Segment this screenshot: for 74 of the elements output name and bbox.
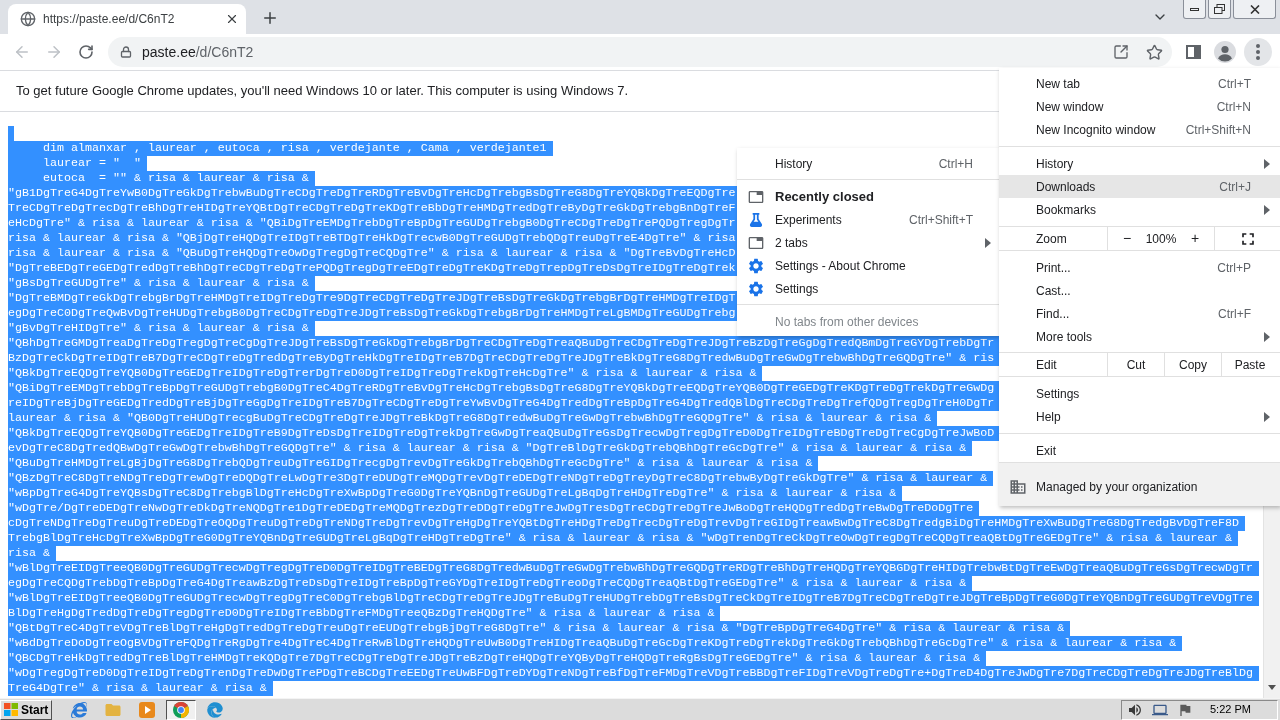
zoom-in-button[interactable]: + bbox=[1186, 228, 1204, 249]
restore-icon bbox=[1214, 4, 1225, 14]
taskbar-app-button[interactable] bbox=[166, 699, 196, 720]
tab-icon bbox=[748, 234, 764, 251]
zoom-level-text: 100% bbox=[1145, 230, 1177, 248]
update-notice-text: To get future Google Chrome updates, you'll need Windows 10 or later. This computer is using Windows 7. bbox=[16, 82, 629, 101]
submenu-arrow-icon bbox=[1264, 204, 1270, 215]
star-icon bbox=[1145, 43, 1163, 61]
menu-item[interactable]: New window Ctrl+N bbox=[999, 95, 1280, 118]
restore-button[interactable] bbox=[1208, 0, 1231, 19]
tab-icon bbox=[748, 188, 764, 205]
browser-icon bbox=[173, 701, 189, 718]
share-icon bbox=[1113, 44, 1129, 60]
submenu-arrow-icon bbox=[1264, 158, 1270, 169]
speaker-icon[interactable] bbox=[1127, 701, 1143, 718]
browser-tab[interactable]: https://paste.ee/d/C6nT2 bbox=[8, 4, 246, 34]
shortcut-text: Ctrl+H bbox=[938, 155, 973, 173]
minimize-button[interactable] bbox=[1183, 0, 1206, 19]
scroll-down-arrow-icon bbox=[1268, 685, 1276, 690]
zoom-out-button[interactable]: − bbox=[1118, 228, 1136, 249]
flask-icon bbox=[749, 212, 763, 227]
submenu-arrow-icon bbox=[1264, 411, 1270, 422]
edit-label: Edit bbox=[1036, 356, 1057, 374]
menu-item[interactable]: History Ctrl+H bbox=[737, 152, 999, 175]
edit-action-button[interactable]: Copy bbox=[1164, 353, 1221, 376]
clock-text[interactable]: 5:22 PM bbox=[1210, 701, 1251, 718]
submenu-arrow-icon bbox=[1264, 331, 1270, 342]
shortcut-text: Ctrl+F bbox=[1218, 305, 1251, 323]
menu-note: No tabs from other devices bbox=[775, 313, 919, 331]
menu-item[interactable]: Bookmarks bbox=[999, 198, 1280, 221]
shortcut-text: Ctrl+N bbox=[1216, 98, 1251, 116]
plus-icon bbox=[261, 9, 279, 27]
menu-item[interactable]: More tools bbox=[999, 325, 1280, 348]
shortcut-text: Ctrl+J bbox=[1219, 178, 1251, 196]
shortcut-text: Ctrl+Shift+N bbox=[1185, 121, 1251, 139]
edit-action-button[interactable]: Paste bbox=[1221, 353, 1278, 376]
browser-icon bbox=[207, 701, 223, 718]
address-bar[interactable]: paste.ee/d/C6nT2 bbox=[108, 37, 1172, 67]
gear-icon bbox=[747, 279, 765, 298]
close-window-button[interactable] bbox=[1233, 0, 1276, 19]
menu-item[interactable]: Settings bbox=[999, 382, 1280, 405]
shortcut-text: Ctrl+T bbox=[1218, 75, 1251, 93]
lock-icon bbox=[120, 46, 132, 58]
shortcut-text: Ctrl+Shift+T bbox=[908, 211, 973, 229]
avatar-silhouette-icon bbox=[1214, 41, 1236, 63]
shortcut-text: Ctrl+P bbox=[1217, 259, 1251, 277]
start-button[interactable]: Start bbox=[0, 699, 52, 720]
minimize-icon bbox=[1190, 7, 1199, 11]
menu-item[interactable]: Downloads Ctrl+J bbox=[999, 175, 1280, 198]
menu-item[interactable]: New Incognito window Ctrl+Shift+N bbox=[999, 118, 1280, 141]
four-squares-flag-icon bbox=[4, 703, 18, 716]
menu-item[interactable]: New tab Ctrl+T bbox=[999, 72, 1280, 95]
menu-item[interactable]: Print... Ctrl+P bbox=[999, 256, 1280, 279]
url-text: paste.ee/d/C6nT2 bbox=[142, 42, 254, 62]
menu-item[interactable]: Find... Ctrl+F bbox=[999, 302, 1280, 325]
reload-icon bbox=[78, 44, 94, 60]
menu-item[interactable]: Exit bbox=[999, 439, 1280, 462]
edit-action-button[interactable]: Cut bbox=[1107, 353, 1164, 376]
menu-icon bbox=[1256, 44, 1260, 60]
profile-button[interactable] bbox=[1211, 38, 1239, 66]
zoom-label: Zoom bbox=[1036, 230, 1067, 248]
browser-icon bbox=[71, 701, 87, 718]
close-icon bbox=[1249, 4, 1260, 14]
menu-button[interactable] bbox=[1244, 38, 1272, 66]
building-icon bbox=[1009, 477, 1027, 496]
submenu-arrow-icon bbox=[985, 237, 991, 248]
close-icon bbox=[225, 12, 239, 26]
menu-item[interactable]: Help bbox=[999, 405, 1280, 428]
menu-item[interactable]: History bbox=[999, 152, 1280, 175]
globe-icon bbox=[20, 11, 36, 27]
managed-by-organization-item[interactable]: Managed by your organization bbox=[999, 462, 1280, 506]
gear-icon bbox=[747, 256, 765, 275]
menu-item[interactable]: Cast... bbox=[999, 279, 1280, 302]
side-panel-icon bbox=[1185, 45, 1201, 59]
